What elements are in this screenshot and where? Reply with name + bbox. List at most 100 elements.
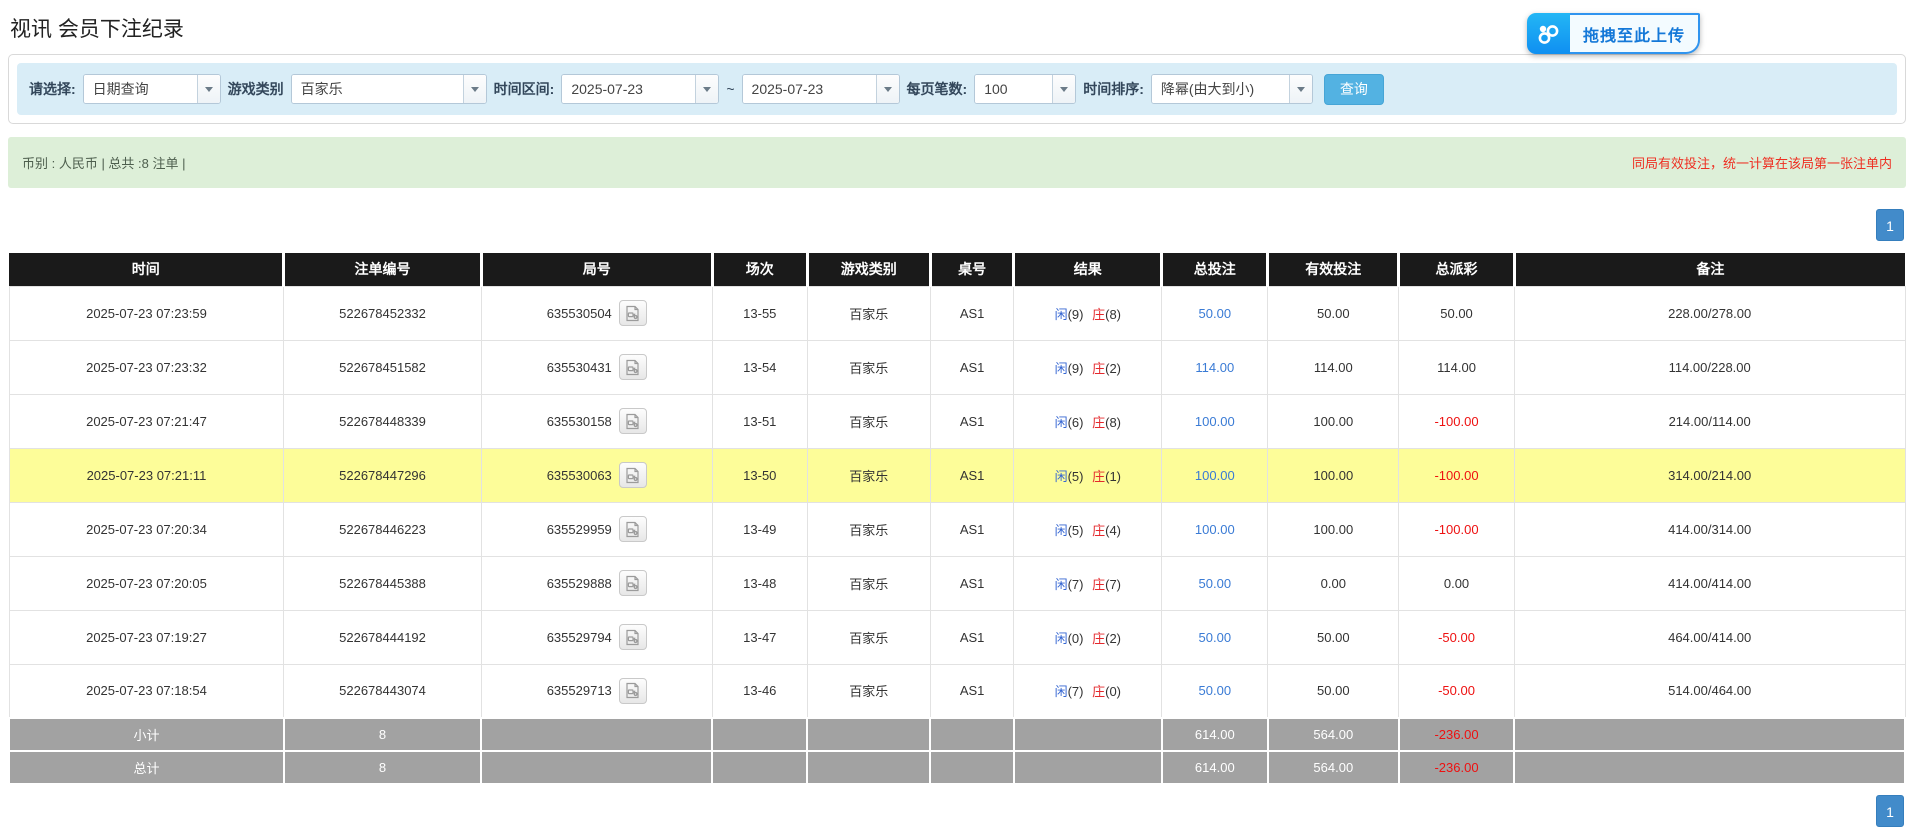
cell-session: 13-54 (712, 340, 807, 394)
video-replay-button[interactable] (619, 300, 647, 326)
chevron-down-icon[interactable] (876, 75, 899, 103)
header-total-bet: 总投注 (1162, 253, 1268, 286)
cell-payout: 0.00 (1399, 556, 1515, 610)
video-replay-button[interactable] (619, 570, 647, 596)
result-zhuang-label: 庄 (1092, 415, 1105, 430)
total-bet-link[interactable]: 100.00 (1195, 414, 1235, 429)
cell-result: 闲(9) 庄(8) (1014, 286, 1162, 340)
cell-valid-bet: 50.00 (1268, 610, 1399, 664)
page-size-value: 100 (975, 75, 1052, 103)
cell-payout: -50.00 (1399, 664, 1515, 718)
page-button-1[interactable]: 1 (1876, 795, 1904, 827)
cell-remark: 314.00/214.00 (1514, 448, 1905, 502)
result-zhuang-label: 庄 (1092, 307, 1105, 322)
cell-payout: -100.00 (1399, 448, 1515, 502)
video-replay-button[interactable] (619, 624, 647, 650)
cell-result: 闲(7) 庄(7) (1014, 556, 1162, 610)
total-total-bet: 614.00 (1162, 751, 1268, 784)
result-xian-value: (9) (1068, 361, 1084, 376)
result-xian-value: (6) (1068, 415, 1084, 430)
video-replay-button[interactable] (619, 462, 647, 488)
cell-payout: 50.00 (1399, 286, 1515, 340)
cell-game-type: 百家乐 (807, 394, 930, 448)
summary-empty-cell (712, 718, 807, 751)
chevron-down-icon[interactable] (1289, 75, 1312, 103)
table-header-row: 时间 注单编号 局号 场次 游戏类别 桌号 结果 总投注 有效投注 总派彩 备注 (9, 253, 1905, 286)
video-replay-button[interactable] (619, 516, 647, 542)
chevron-down-icon[interactable] (1052, 75, 1075, 103)
cell-result: 闲(7) 庄(0) (1014, 664, 1162, 718)
cell-total-bet: 50.00 (1162, 286, 1268, 340)
video-replay-button[interactable] (619, 678, 647, 704)
summary-empty-cell (807, 751, 930, 784)
cell-round: 635530504 (481, 286, 712, 340)
cell-game-type: 百家乐 (807, 502, 930, 556)
notice-text: 同局有效投注，统一计算在该局第一张注单内 (1632, 153, 1892, 172)
cell-game-type: 百家乐 (807, 340, 930, 394)
query-type-select[interactable]: 日期查询 (83, 74, 221, 104)
drag-upload-widget[interactable]: 拖拽至此上传 (1527, 13, 1700, 54)
cell-table-no: AS1 (930, 610, 1013, 664)
cell-round: 635529794 (481, 610, 712, 664)
cell-session: 13-55 (712, 286, 807, 340)
total-bet-link[interactable]: 100.00 (1195, 468, 1235, 483)
total-bet-link[interactable]: 50.00 (1199, 576, 1232, 591)
header-remark: 备注 (1514, 253, 1905, 286)
cell-valid-bet: 0.00 (1268, 556, 1399, 610)
chevron-down-icon[interactable] (197, 75, 220, 103)
total-bet-link[interactable]: 100.00 (1195, 522, 1235, 537)
cell-time: 2025-07-23 07:21:11 (9, 448, 284, 502)
round-number: 635529794 (547, 630, 612, 645)
cell-session: 13-51 (712, 394, 807, 448)
cell-session: 13-50 (712, 448, 807, 502)
page-size-select[interactable]: 100 (974, 74, 1076, 104)
video-replay-button[interactable] (619, 354, 647, 380)
result-zhuang-label: 庄 (1092, 631, 1105, 646)
summary-empty-cell (930, 751, 1013, 784)
filter-panel: 请选择: 日期查询 游戏类别 百家乐 时间区间: 2025-07-23 ~ 20… (8, 54, 1906, 124)
header-time: 时间 (9, 253, 284, 286)
cell-total-bet: 50.00 (1162, 610, 1268, 664)
date-to-value: 2025-07-23 (743, 75, 876, 103)
cell-result: 闲(5) 庄(4) (1014, 502, 1162, 556)
total-bet-link[interactable]: 50.00 (1199, 630, 1232, 645)
cell-round: 635529713 (481, 664, 712, 718)
summary-empty-cell (1014, 751, 1162, 784)
page-button-1[interactable]: 1 (1876, 209, 1904, 241)
cell-valid-bet: 100.00 (1268, 502, 1399, 556)
chevron-down-icon[interactable] (463, 75, 486, 103)
cell-remark: 514.00/464.00 (1514, 664, 1905, 718)
sort-order-select[interactable]: 降幂(由大到小) (1151, 74, 1313, 104)
result-xian-label: 闲 (1055, 684, 1068, 699)
cell-game-type: 百家乐 (807, 286, 930, 340)
result-xian-label: 闲 (1055, 523, 1068, 538)
header-round: 局号 (481, 253, 712, 286)
cell-valid-bet: 100.00 (1268, 394, 1399, 448)
cell-time: 2025-07-23 07:19:27 (9, 610, 284, 664)
cell-payout: -100.00 (1399, 502, 1515, 556)
video-replay-button[interactable] (619, 408, 647, 434)
total-bet-link[interactable]: 50.00 (1199, 306, 1232, 321)
total-bet-link[interactable]: 50.00 (1199, 683, 1232, 698)
result-zhuang-value: (7) (1105, 577, 1121, 592)
result-zhuang-value: (8) (1105, 415, 1121, 430)
cell-session: 13-47 (712, 610, 807, 664)
game-type-select[interactable]: 百家乐 (291, 74, 487, 104)
round-number: 635530158 (547, 414, 612, 429)
cell-time: 2025-07-23 07:23:32 (9, 340, 284, 394)
chevron-down-icon[interactable] (695, 75, 718, 103)
summary-empty-cell (481, 751, 712, 784)
result-zhuang-label: 庄 (1092, 577, 1105, 592)
cell-game-type: 百家乐 (807, 556, 930, 610)
header-game-type: 游戏类别 (807, 253, 930, 286)
cell-time: 2025-07-23 07:23:59 (9, 286, 284, 340)
result-zhuang-label: 庄 (1092, 469, 1105, 484)
total-valid-bet: 564.00 (1268, 751, 1399, 784)
result-xian-value: (5) (1068, 469, 1084, 484)
date-to-picker[interactable]: 2025-07-23 (742, 74, 900, 104)
search-button[interactable]: 查询 (1324, 74, 1384, 105)
table-row: 2025-07-23 07:20:05 522678445388 6355298… (9, 556, 1905, 610)
cell-bet-id: 522678445388 (284, 556, 481, 610)
total-bet-link[interactable]: 114.00 (1195, 360, 1234, 375)
date-from-picker[interactable]: 2025-07-23 (561, 74, 719, 104)
